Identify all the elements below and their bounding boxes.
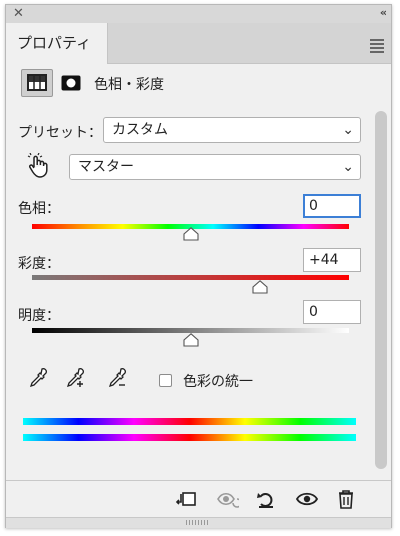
view-previous-state-icon[interactable] [217,489,239,509]
eyedropper-icon[interactable] [28,367,48,389]
eyedropper-minus-icon[interactable] [107,367,127,389]
properties-panel: ✕ ‹‹ プロパティ 色相・彩度 プリセット： カスタム ⌄ マスター ⌄ 色相… [5,4,392,528]
input-color-bar [23,418,356,425]
preset-dropdown[interactable]: カスタム ⌄ [103,117,361,143]
adjustment-title: 色相・彩度 [94,77,164,93]
mask-button[interactable] [61,75,81,91]
channel-dropdown[interactable]: マスター ⌄ [69,154,361,180]
saturation-label: 彩度： [18,256,60,272]
hand-finger-icon[interactable] [27,153,51,179]
tab-row: プロパティ [6,23,391,64]
mask-icon [61,75,81,91]
adjustment-layer-button[interactable] [21,69,53,97]
lightness-input[interactable]: 0 [303,300,361,324]
adjustment-layer-icon [27,74,47,91]
eyedropper-plus-icon[interactable] [65,367,85,389]
channel-value: マスター [78,159,134,175]
saturation-slider-thumb[interactable] [252,280,268,294]
preset-value: カスタム [112,122,168,138]
trash-icon[interactable] [335,489,357,509]
eye-icon[interactable] [296,489,318,509]
lightness-slider-thumb[interactable] [182,333,199,347]
lightness-label: 明度： [18,308,60,324]
tab-properties[interactable]: プロパティ [6,23,108,64]
chevron-down-icon: ⌄ [342,159,354,175]
reset-icon[interactable] [255,489,277,509]
double-chevron-icon[interactable]: ‹‹ [380,6,387,19]
bottom-toolbar [6,480,391,521]
chevron-down-icon: ⌄ [342,122,354,138]
clip-to-layer-icon[interactable] [175,489,197,509]
saturation-slider-track[interactable] [32,275,349,280]
panel-top-bar: ✕ ‹‹ [6,5,391,24]
scrollbar[interactable] [375,111,387,469]
resize-grip[interactable] [6,517,391,528]
hue-input[interactable]: 0 [303,194,361,218]
colorize-label: 色彩の統一 [183,374,253,390]
colorize-checkbox[interactable] [159,374,172,387]
saturation-input[interactable]: +44 [303,248,361,272]
preset-label: プリセット： [18,125,102,141]
hamburger-menu-icon[interactable] [370,39,384,55]
hue-label: 色相： [18,201,60,217]
output-color-bar [23,434,356,441]
close-icon[interactable]: ✕ [13,6,24,21]
hue-slider-thumb[interactable] [182,227,199,241]
